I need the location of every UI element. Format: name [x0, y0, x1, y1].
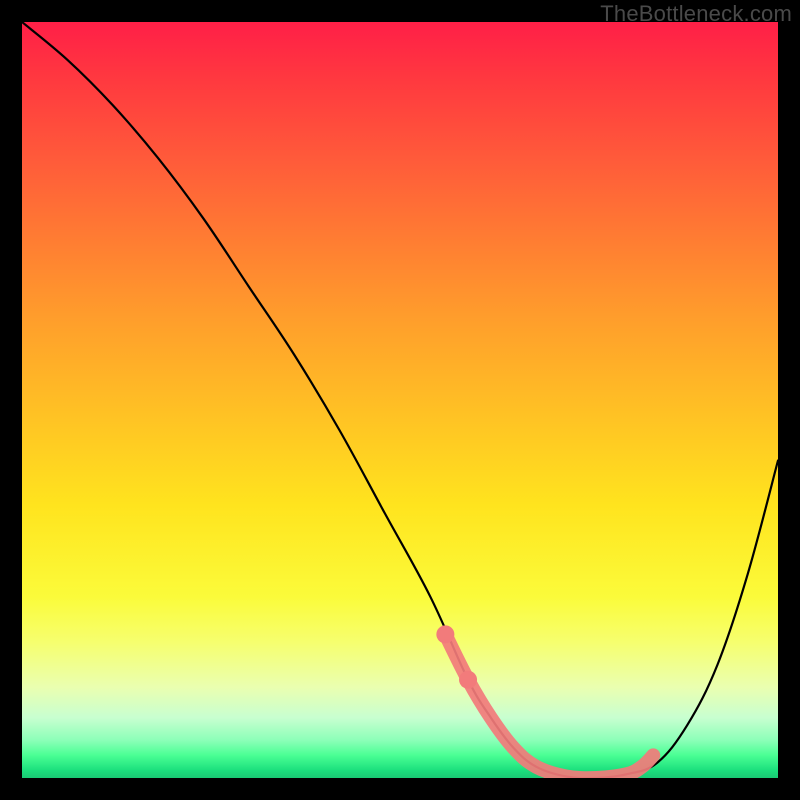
- plot-area: [22, 22, 778, 778]
- bottleneck-curve: [22, 22, 778, 778]
- highlight-dot: [436, 625, 454, 643]
- chart-stage: TheBottleneck.com: [0, 0, 800, 800]
- highlight-dot: [459, 671, 477, 689]
- attribution-text: TheBottleneck.com: [600, 1, 792, 27]
- chart-svg: [22, 22, 778, 778]
- highlight-segment: [445, 634, 653, 778]
